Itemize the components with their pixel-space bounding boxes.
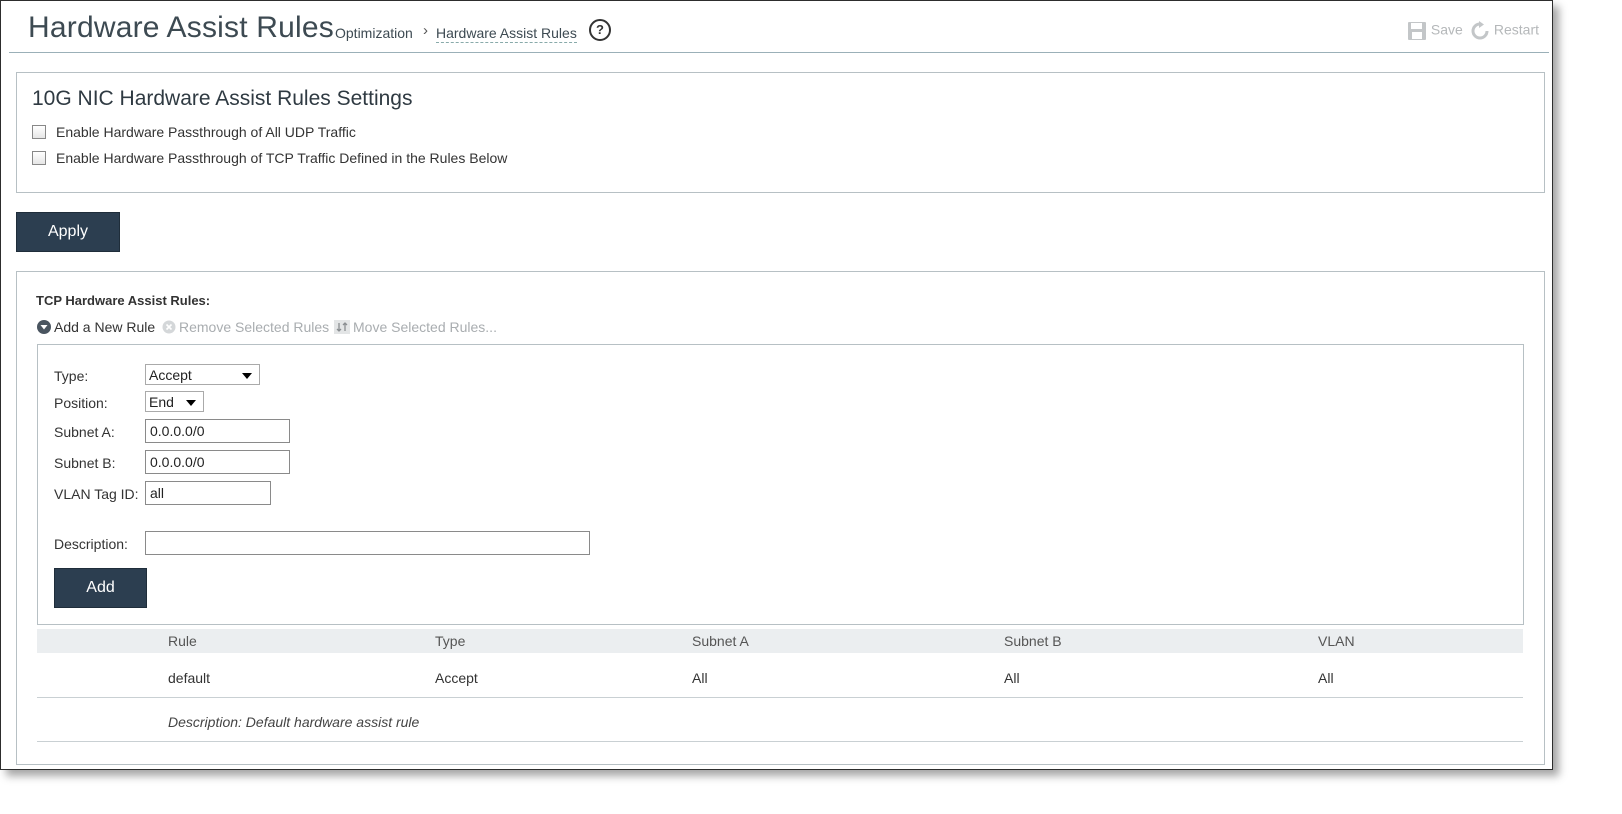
settings-title: 10G NIC Hardware Assist Rules Settings <box>32 87 413 110</box>
column-header-subnet-b[interactable]: Subnet B <box>1004 633 1062 649</box>
type-select[interactable]: Accept <box>145 364 260 385</box>
udp-passthrough-label: Enable Hardware Passthrough of All UDP T… <box>56 124 356 140</box>
vlan-tag-label: VLAN Tag ID: <box>54 486 139 502</box>
cell-rule: default <box>168 670 211 686</box>
sort-arrows-icon <box>334 320 350 334</box>
type-select-value: Accept <box>149 367 192 383</box>
restart-label: Restart <box>1493 21 1540 38</box>
save-label: Save <box>1430 21 1463 38</box>
help-circle-icon[interactable]: ? <box>589 19 611 41</box>
cell-subnet-b: All <box>1004 670 1020 686</box>
udp-passthrough-option[interactable]: Enable Hardware Passthrough of All UDP T… <box>32 124 356 140</box>
app-window: Hardware Assist Rules Optimization › Har… <box>0 0 1553 770</box>
page-title: Hardware Assist Rules <box>28 11 334 44</box>
udp-passthrough-checkbox[interactable] <box>32 125 46 139</box>
rules-panel: TCP Hardware Assist Rules: Add a New Rul… <box>16 271 1545 765</box>
restart-button[interactable]: Restart <box>1470 21 1539 41</box>
rules-table-header: Rule Type Subnet A Subnet B VLAN <box>37 629 1523 653</box>
description-label: Description: <box>54 536 128 552</box>
subnet-a-label: Subnet A: <box>54 424 115 440</box>
row-divider <box>37 741 1523 742</box>
breadcrumb-optimization[interactable]: Optimization <box>335 25 413 41</box>
cell-subnet-a: All <box>692 670 708 686</box>
add-button[interactable]: Add <box>54 568 147 608</box>
add-rule-label: Add a New Rule <box>54 319 156 335</box>
column-header-subnet-a[interactable]: Subnet A <box>692 633 749 649</box>
tcp-passthrough-option[interactable]: Enable Hardware Passthrough of TCP Traff… <box>32 150 507 166</box>
tcp-passthrough-checkbox[interactable] <box>32 151 46 165</box>
breadcrumb-separator: › <box>423 22 428 39</box>
subnet-b-input[interactable]: 0.0.0.0/0 <box>145 450 290 474</box>
cell-type: Accept <box>435 670 478 686</box>
column-header-rule[interactable]: Rule <box>168 633 197 649</box>
subnet-a-input[interactable]: 0.0.0.0/0 <box>145 419 290 443</box>
type-label: Type: <box>54 368 89 384</box>
settings-panel: 10G NIC Hardware Assist Rules Settings E… <box>16 72 1545 193</box>
page-header: Hardware Assist Rules Optimization › Har… <box>9 1 1549 53</box>
column-header-vlan[interactable]: VLAN <box>1318 633 1355 649</box>
new-rule-form: Type: Accept Position: End Subnet A: 0.0… <box>37 344 1524 625</box>
dropdown-arrow-icon <box>186 400 196 406</box>
remove-circle-icon <box>162 320 176 334</box>
description-input[interactable] <box>145 531 590 555</box>
chevron-down-circle-icon <box>37 320 51 334</box>
position-select-value: End <box>149 394 174 410</box>
apply-button[interactable]: Apply <box>16 212 120 252</box>
add-rule-button[interactable]: Add a New Rule <box>37 319 155 335</box>
position-label: Position: <box>54 395 108 411</box>
vlan-tag-input[interactable]: all <box>145 481 271 505</box>
column-header-type[interactable]: Type <box>435 633 465 649</box>
cell-vlan: All <box>1318 670 1334 686</box>
remove-rules-button[interactable]: Remove Selected Rules <box>162 319 329 335</box>
remove-rules-label: Remove Selected Rules <box>179 319 330 335</box>
rules-title: TCP Hardware Assist Rules: <box>36 293 211 308</box>
move-rules-label: Move Selected Rules... <box>353 319 497 335</box>
tcp-passthrough-label: Enable Hardware Passthrough of TCP Traff… <box>56 150 508 166</box>
breadcrumb-current[interactable]: Hardware Assist Rules <box>436 25 577 43</box>
save-button[interactable]: Save <box>1407 21 1463 41</box>
move-rules-button[interactable]: Move Selected Rules... <box>334 319 497 335</box>
restart-icon <box>1471 21 1489 40</box>
subnet-b-label: Subnet B: <box>54 455 116 471</box>
rule-description: Description: Default hardware assist rul… <box>168 714 420 730</box>
row-divider <box>37 697 1523 698</box>
position-select[interactable]: End <box>145 391 204 412</box>
floppy-disk-icon <box>1408 22 1426 40</box>
dropdown-arrow-icon <box>242 373 252 379</box>
